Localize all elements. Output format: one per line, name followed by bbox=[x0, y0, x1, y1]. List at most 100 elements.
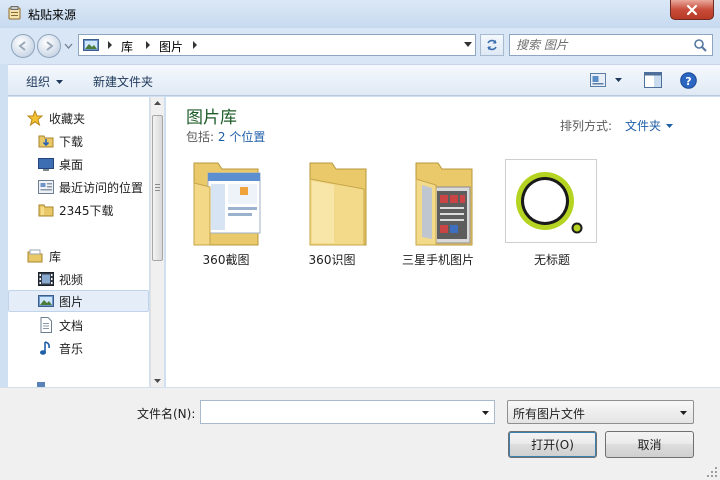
star-icon bbox=[27, 110, 43, 126]
file-type-filter-value: 所有图片文件 bbox=[513, 407, 586, 421]
chevron-down-icon[interactable] bbox=[482, 411, 489, 415]
forward-arrow-icon bbox=[46, 41, 54, 51]
nav-videos-label: 视频 bbox=[59, 272, 84, 287]
filename-input[interactable] bbox=[205, 404, 475, 420]
image-item[interactable]: 无标题 bbox=[502, 159, 602, 269]
recent-places-icon bbox=[38, 180, 54, 194]
file-list-pane: 图片库 包括: 2 个位置 排列方式: 文件夹 360截图 360识图 三星手机… bbox=[166, 97, 720, 387]
video-icon bbox=[38, 272, 54, 286]
folder-screenshot-icon bbox=[193, 162, 261, 246]
folder-icon bbox=[309, 162, 367, 246]
folder-item[interactable]: 三星手机图片 bbox=[388, 159, 488, 269]
back-button[interactable] bbox=[11, 34, 35, 58]
scrollbar-thumb[interactable] bbox=[152, 115, 163, 261]
new-folder-label: 新建文件夹 bbox=[93, 75, 154, 89]
image-item-label: 无标题 bbox=[533, 253, 570, 267]
folder-item[interactable]: 360截图 bbox=[176, 159, 276, 269]
resize-grip-icon[interactable] bbox=[706, 466, 718, 478]
navigation-bar: 库 图片 bbox=[0, 28, 720, 64]
window-title: 粘贴来源 bbox=[28, 8, 77, 22]
svg-text:?: ? bbox=[685, 75, 691, 88]
file-type-filter[interactable]: 所有图片文件 bbox=[507, 400, 694, 424]
chevron-down-icon bbox=[56, 79, 64, 84]
breadcrumb-pictures[interactable]: 图片 bbox=[159, 38, 183, 55]
open-button[interactable]: 打开(O) bbox=[508, 431, 597, 458]
nav-videos[interactable]: 视频 bbox=[8, 268, 149, 290]
title-bar: 粘贴来源 bbox=[0, 0, 720, 28]
chevron-down-icon bbox=[666, 123, 674, 128]
folder-item[interactable]: 360识图 bbox=[282, 159, 382, 269]
nav-pictures-label: 图片 bbox=[59, 294, 84, 309]
history-dropdown-icon[interactable] bbox=[64, 42, 73, 50]
document-icon bbox=[40, 317, 52, 333]
folder-item-label: 360截图 bbox=[202, 253, 250, 267]
close-button[interactable] bbox=[670, 0, 714, 20]
breadcrumb-separator-icon bbox=[146, 41, 150, 49]
search-box[interactable] bbox=[509, 34, 713, 56]
nav-pictures[interactable]: 图片 bbox=[8, 290, 149, 312]
picture-icon bbox=[38, 295, 54, 307]
nav-recent-places-label: 最近访问的位置 bbox=[59, 180, 144, 195]
filename-label: 文件名(N): bbox=[137, 407, 196, 421]
nav-2345-downloads-label: 2345下载 bbox=[59, 203, 114, 218]
breadcrumb-separator-icon bbox=[108, 41, 112, 49]
arrange-by-value: 文件夹 bbox=[625, 119, 662, 133]
navigation-pane: 收藏夹 下载 桌面 最近访问的位置 2345下载 库 视频 图片 文档 音乐 bbox=[8, 97, 149, 387]
app-icon bbox=[8, 6, 21, 20]
dialog-footer: 文件名(N): 所有图片文件 打开(O) 取消 bbox=[0, 387, 720, 480]
nav-music-label: 音乐 bbox=[59, 341, 84, 356]
nav-music[interactable]: 音乐 bbox=[8, 337, 149, 359]
navigation-pane-scrollbar[interactable] bbox=[150, 97, 164, 387]
nav-documents[interactable]: 文档 bbox=[8, 314, 149, 336]
folder-icon bbox=[38, 204, 54, 217]
arrange-by-label: 排列方式: bbox=[560, 119, 613, 133]
scroll-down-icon[interactable] bbox=[154, 379, 161, 383]
nav-recent-places[interactable]: 最近访问的位置 bbox=[8, 176, 149, 198]
desktop-icon bbox=[38, 158, 54, 171]
arrange-by-dropdown[interactable]: 文件夹 bbox=[625, 117, 674, 134]
change-view-icon[interactable] bbox=[590, 73, 606, 87]
nav-favorites[interactable]: 收藏夹 bbox=[8, 107, 149, 129]
search-icon[interactable] bbox=[693, 38, 707, 52]
nav-libraries-label: 库 bbox=[49, 249, 62, 264]
filename-combobox[interactable] bbox=[200, 400, 495, 424]
breadcrumb-library[interactable]: 库 bbox=[121, 38, 133, 55]
folder-item-label: 360识图 bbox=[308, 253, 356, 267]
view-options-dropdown-icon[interactable] bbox=[615, 78, 622, 82]
help-icon[interactable]: ? bbox=[680, 72, 697, 89]
nav-libraries[interactable]: 库 bbox=[8, 245, 149, 267]
library-icon bbox=[27, 249, 43, 263]
organize-label: 组织 bbox=[26, 75, 51, 89]
search-input[interactable] bbox=[516, 37, 686, 53]
library-title: 图片库 bbox=[186, 108, 237, 128]
scroll-up-icon[interactable] bbox=[154, 101, 161, 105]
image-thumbnail-icon bbox=[505, 159, 597, 243]
nav-desktop-label: 桌面 bbox=[59, 157, 84, 172]
back-arrow-icon bbox=[18, 41, 26, 51]
command-bar: 组织 新建文件夹 ? bbox=[0, 64, 720, 96]
download-folder-icon bbox=[38, 135, 54, 148]
address-dropdown-icon[interactable] bbox=[464, 42, 472, 47]
chevron-down-icon bbox=[680, 411, 687, 415]
nav-desktop[interactable]: 桌面 bbox=[8, 153, 149, 175]
organize-button[interactable]: 组织 bbox=[26, 73, 64, 90]
pictures-library-icon bbox=[83, 39, 99, 51]
refresh-button[interactable] bbox=[480, 34, 504, 56]
close-icon bbox=[686, 4, 698, 15]
includes-locations-link[interactable]: 2 个位置 bbox=[218, 130, 265, 144]
nav-2345-downloads[interactable]: 2345下载 bbox=[8, 199, 149, 221]
cancel-button[interactable]: 取消 bbox=[605, 431, 694, 458]
folder-photo-icon bbox=[415, 162, 473, 246]
forward-button[interactable] bbox=[37, 34, 61, 58]
preview-pane-icon[interactable] bbox=[644, 72, 662, 88]
music-icon bbox=[40, 341, 50, 355]
new-folder-button[interactable]: 新建文件夹 bbox=[93, 73, 153, 90]
refresh-icon bbox=[487, 39, 497, 51]
breadcrumb-separator-icon bbox=[193, 41, 197, 49]
nav-documents-label: 文档 bbox=[59, 318, 84, 333]
address-bar[interactable]: 库 图片 bbox=[78, 34, 476, 56]
nav-favorites-label: 收藏夹 bbox=[49, 111, 86, 126]
includes-label: 包括: bbox=[186, 130, 215, 144]
nav-downloads[interactable]: 下载 bbox=[8, 130, 149, 152]
library-includes: 包括: 2 个位置 bbox=[186, 128, 265, 145]
